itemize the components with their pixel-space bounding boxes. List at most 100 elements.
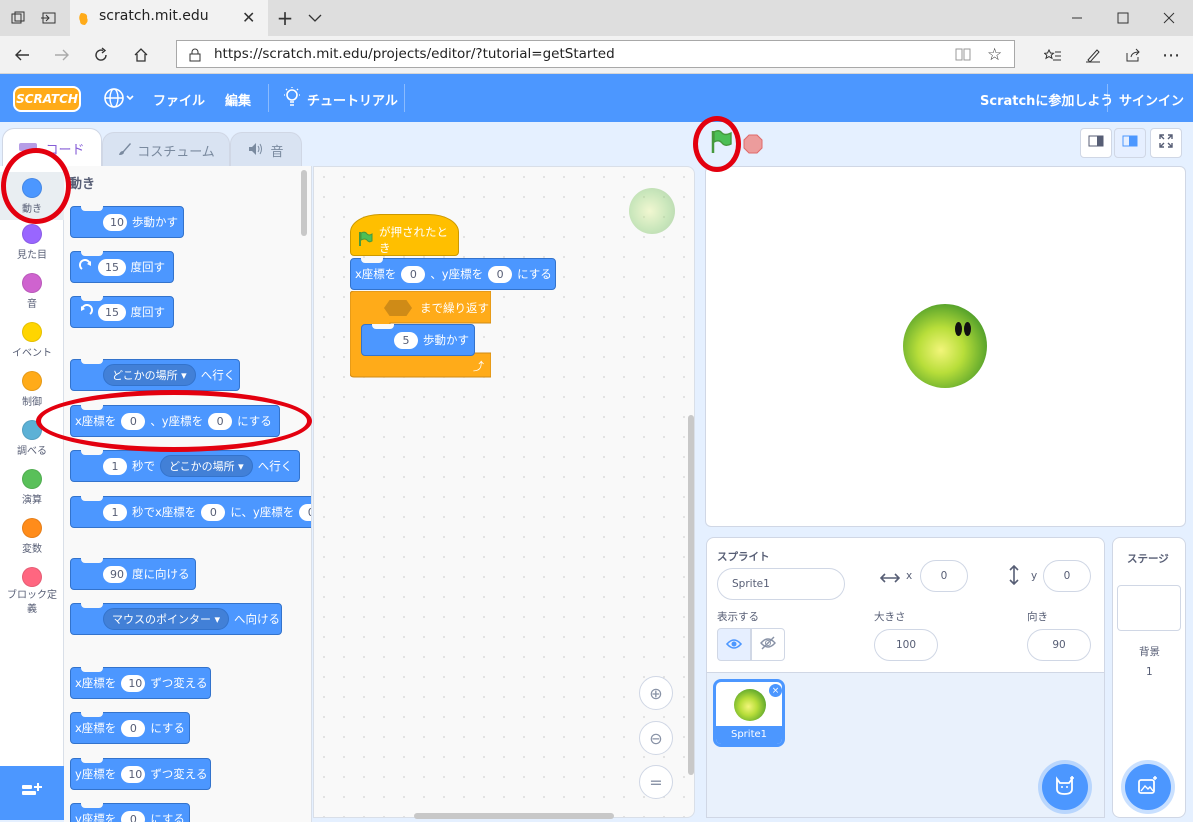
y-input[interactable]: 0 <box>121 810 146 822</box>
small-stage-button[interactable] <box>1080 128 1112 158</box>
dx-input[interactable]: 10 <box>121 674 146 692</box>
block-change-x[interactable]: x座標を 10 ずつ変える <box>70 667 211 699</box>
tab-sounds[interactable]: 音 <box>230 132 302 168</box>
home-icon[interactable] <box>129 43 153 67</box>
category-looks[interactable]: 見た目 <box>0 224 64 261</box>
category-my-blocks[interactable]: ブロック定義 <box>0 567 64 617</box>
steps-input[interactable]: 10 <box>103 213 127 231</box>
choose-backdrop-button[interactable] <box>1125 764 1171 810</box>
direction-input[interactable]: 90 <box>103 565 127 583</box>
favorite-star-icon[interactable]: ☆ <box>987 45 1002 65</box>
category-sound[interactable]: 音 <box>0 273 64 310</box>
favorites-list-icon[interactable] <box>1041 43 1065 67</box>
delete-sprite-icon[interactable]: × <box>769 684 782 697</box>
category-control[interactable]: 制御 <box>0 371 64 408</box>
share-icon[interactable] <box>1121 43 1145 67</box>
file-menu[interactable]: ファイル <box>153 90 205 109</box>
block-goto-xy[interactable]: x座標を 0 、y座標を 0 にする <box>70 405 280 437</box>
language-globe-icon[interactable] <box>103 87 135 113</box>
scratch-logo[interactable]: SCRATCH <box>13 86 81 112</box>
web-note-pen-icon[interactable] <box>1081 43 1105 67</box>
sign-in-link[interactable]: サインイン <box>1119 90 1184 109</box>
choose-sprite-button[interactable] <box>1042 764 1088 810</box>
goto-target-dropdown[interactable]: どこかの場所 ▾ <box>103 364 196 386</box>
reading-view-icon[interactable] <box>955 46 971 66</box>
direction-input[interactable]: 90 <box>1027 629 1091 661</box>
back-icon[interactable] <box>10 43 34 67</box>
sprite-ball[interactable] <box>903 304 987 388</box>
stage-canvas[interactable] <box>705 166 1186 527</box>
tab-manager-icon[interactable] <box>6 6 30 30</box>
more-menu-icon[interactable]: ⋯ <box>1159 43 1183 67</box>
hide-sprite-button[interactable] <box>751 628 785 661</box>
palette-scrollbar[interactable] <box>301 170 307 236</box>
degrees-input[interactable]: 15 <box>98 258 126 276</box>
category-variables[interactable]: 変数 <box>0 518 64 555</box>
block-point-towards[interactable]: マウスのポインター ▾ へ向ける <box>70 603 282 635</box>
tutorials-menu[interactable]: チュートリアル <box>307 90 398 109</box>
stage-thumbnail[interactable] <box>1117 585 1181 631</box>
size-input[interactable]: 100 <box>874 629 938 661</box>
steps-input[interactable]: 5 <box>394 331 418 349</box>
block-glide-xy[interactable]: 1 秒でx座標を 0 に、y座標を 0 <box>70 496 311 528</box>
script-horizontal-scrollbar[interactable] <box>414 813 614 819</box>
zoom-reset-button[interactable]: = <box>639 765 673 799</box>
show-sprite-button[interactable] <box>717 628 751 661</box>
close-tab-icon[interactable]: ✕ <box>242 8 260 27</box>
category-motion[interactable]: 動き <box>0 172 64 220</box>
add-extension-button[interactable] <box>0 766 64 820</box>
y-input[interactable]: 0 <box>208 412 233 430</box>
dy-input[interactable]: 10 <box>121 765 146 783</box>
script-vertical-scrollbar[interactable] <box>688 415 694 775</box>
join-scratch-link[interactable]: Scratchに参加しよう <box>980 90 1113 109</box>
x-input[interactable]: 0 <box>121 719 146 737</box>
tab-preview-chevron-icon[interactable] <box>303 6 327 30</box>
green-flag-button[interactable] <box>709 129 733 155</box>
x-input[interactable]: 0 <box>920 560 968 592</box>
set-tabs-aside-icon[interactable] <box>36 6 60 30</box>
tutorials-bulb-icon[interactable] <box>283 87 301 113</box>
point-target-dropdown[interactable]: マウスのポインター ▾ <box>103 608 230 630</box>
category-sensing[interactable]: 調べる <box>0 420 64 457</box>
block-set-x[interactable]: x座標を 0 にする <box>70 712 190 744</box>
close-window-icon[interactable] <box>1157 6 1181 30</box>
script-move-steps[interactable]: 5 歩動かす <box>361 324 475 356</box>
seconds-input[interactable]: 1 <box>103 457 127 475</box>
degrees-input[interactable]: 15 <box>98 303 126 321</box>
forward-icon[interactable] <box>50 43 74 67</box>
x-input[interactable]: 0 <box>121 412 146 430</box>
fullscreen-button[interactable] <box>1150 128 1182 158</box>
tab-costumes[interactable]: コスチューム <box>102 132 230 168</box>
stop-button[interactable] <box>743 134 763 154</box>
edit-menu[interactable]: 編集 <box>225 90 251 109</box>
block-move-steps[interactable]: 10 歩動かす <box>70 206 184 238</box>
block-goto[interactable]: どこかの場所 ▾ へ行く <box>70 359 240 391</box>
sprite-tile[interactable]: × Sprite1 <box>713 679 785 747</box>
normal-stage-button[interactable] <box>1114 128 1146 158</box>
block-turn-right[interactable]: 15 度回す <box>70 251 174 283</box>
new-tab-icon[interactable]: + <box>273 6 297 30</box>
y-input[interactable]: 0 <box>488 265 513 283</box>
refresh-icon[interactable] <box>89 43 113 67</box>
category-operators[interactable]: 演算 <box>0 469 64 506</box>
x-input[interactable]: 0 <box>201 503 226 521</box>
script-goto-xy[interactable]: x座標を 0 、y座標を 0 にする <box>350 258 556 290</box>
block-set-y[interactable]: y座標を 0 にする <box>70 803 190 822</box>
block-glide-to[interactable]: 1 秒で どこかの場所 ▾ へ行く <box>70 450 300 482</box>
script-when-flag-clicked[interactable]: が押されたとき <box>350 214 459 256</box>
tab-code[interactable]: コード <box>2 128 102 168</box>
block-point-direction[interactable]: 90 度に向ける <box>70 558 196 590</box>
y-input[interactable]: 0 <box>299 503 311 521</box>
script-area[interactable]: が押されたとき x座標を 0 、y座標を 0 にする まで繰り返す ⤴ 5 歩動… <box>313 166 695 819</box>
zoom-in-button[interactable]: ⊕ <box>639 676 673 710</box>
minimize-icon[interactable] <box>1065 6 1089 30</box>
category-events[interactable]: イベント <box>0 322 64 359</box>
block-change-y[interactable]: y座標を 10 ずつ変える <box>70 758 211 790</box>
zoom-out-button[interactable]: ⊖ <box>639 721 673 755</box>
glide-target-dropdown[interactable]: どこかの場所 ▾ <box>160 455 253 477</box>
condition-slot[interactable] <box>384 300 412 316</box>
maximize-icon[interactable] <box>1111 6 1135 30</box>
block-turn-left[interactable]: 15 度回す <box>70 296 174 328</box>
x-input[interactable]: 0 <box>401 265 426 283</box>
address-field[interactable]: https://scratch.mit.edu/projects/editor/… <box>176 40 1015 68</box>
